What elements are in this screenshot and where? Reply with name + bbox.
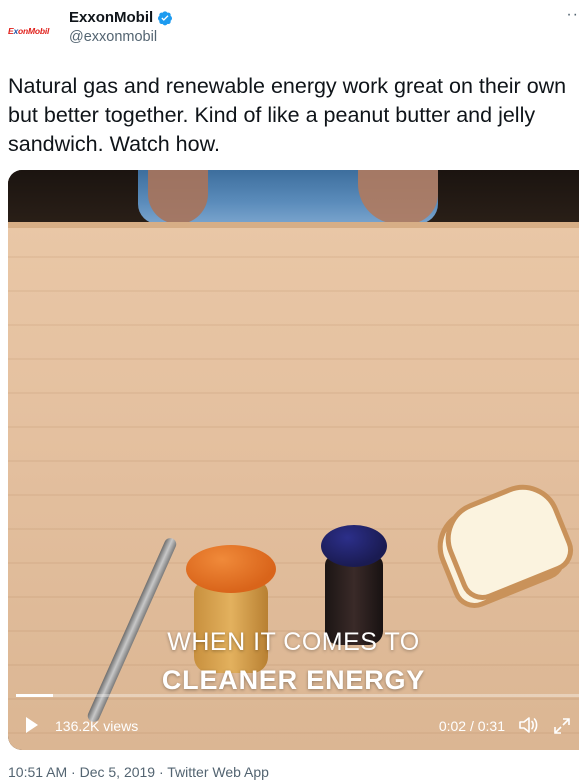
- avatar[interactable]: ExonMobil: [8, 16, 58, 46]
- video-progress-bar[interactable]: [16, 694, 579, 697]
- table-edge: [8, 222, 579, 228]
- video-progress-fill: [16, 694, 53, 697]
- author-handle[interactable]: @exxonmobil: [69, 29, 173, 45]
- jelly-jar: [321, 525, 387, 645]
- tweet-timestamp[interactable]: 10:51 AM · Dec 5, 2019 · Twitter Web App: [8, 764, 269, 780]
- author-names: ExxonMobil @exxonmobil: [69, 9, 173, 45]
- display-name-row: ExxonMobil: [69, 9, 173, 26]
- peanut-butter-jar-lid: [186, 545, 276, 593]
- volume-icon[interactable]: [517, 715, 539, 735]
- video-caption-line-1: WHEN IT COMES TO: [167, 628, 420, 656]
- video-controls: 136.2K views 0:02 / 0:31: [8, 708, 579, 744]
- video-player[interactable]: WHEN IT COMES TO CLEANER ENERGY 136.2K v…: [8, 170, 579, 750]
- tweet-text: Natural gas and renewable energy work gr…: [8, 74, 567, 156]
- video-caption-line-2: CLEANER ENERGY: [161, 665, 426, 695]
- play-icon[interactable]: [26, 717, 38, 733]
- verified-badge-icon: [157, 10, 173, 26]
- fullscreen-icon[interactable]: [551, 715, 573, 737]
- bread-slices: [426, 473, 579, 615]
- display-name[interactable]: ExxonMobil: [69, 9, 153, 26]
- video-time: 0:02 / 0:31: [438, 718, 505, 734]
- exxonmobil-logo: ExonMobil: [8, 26, 50, 36]
- jelly-jar-lid: [321, 525, 387, 567]
- more-icon[interactable]: ··: [566, 6, 579, 24]
- tweet-header: ExonMobil ExxonMobil @exxonmobil ··: [0, 0, 579, 58]
- peanut-butter-jar-body: [194, 581, 268, 673]
- view-count: 136.2K views: [55, 718, 139, 734]
